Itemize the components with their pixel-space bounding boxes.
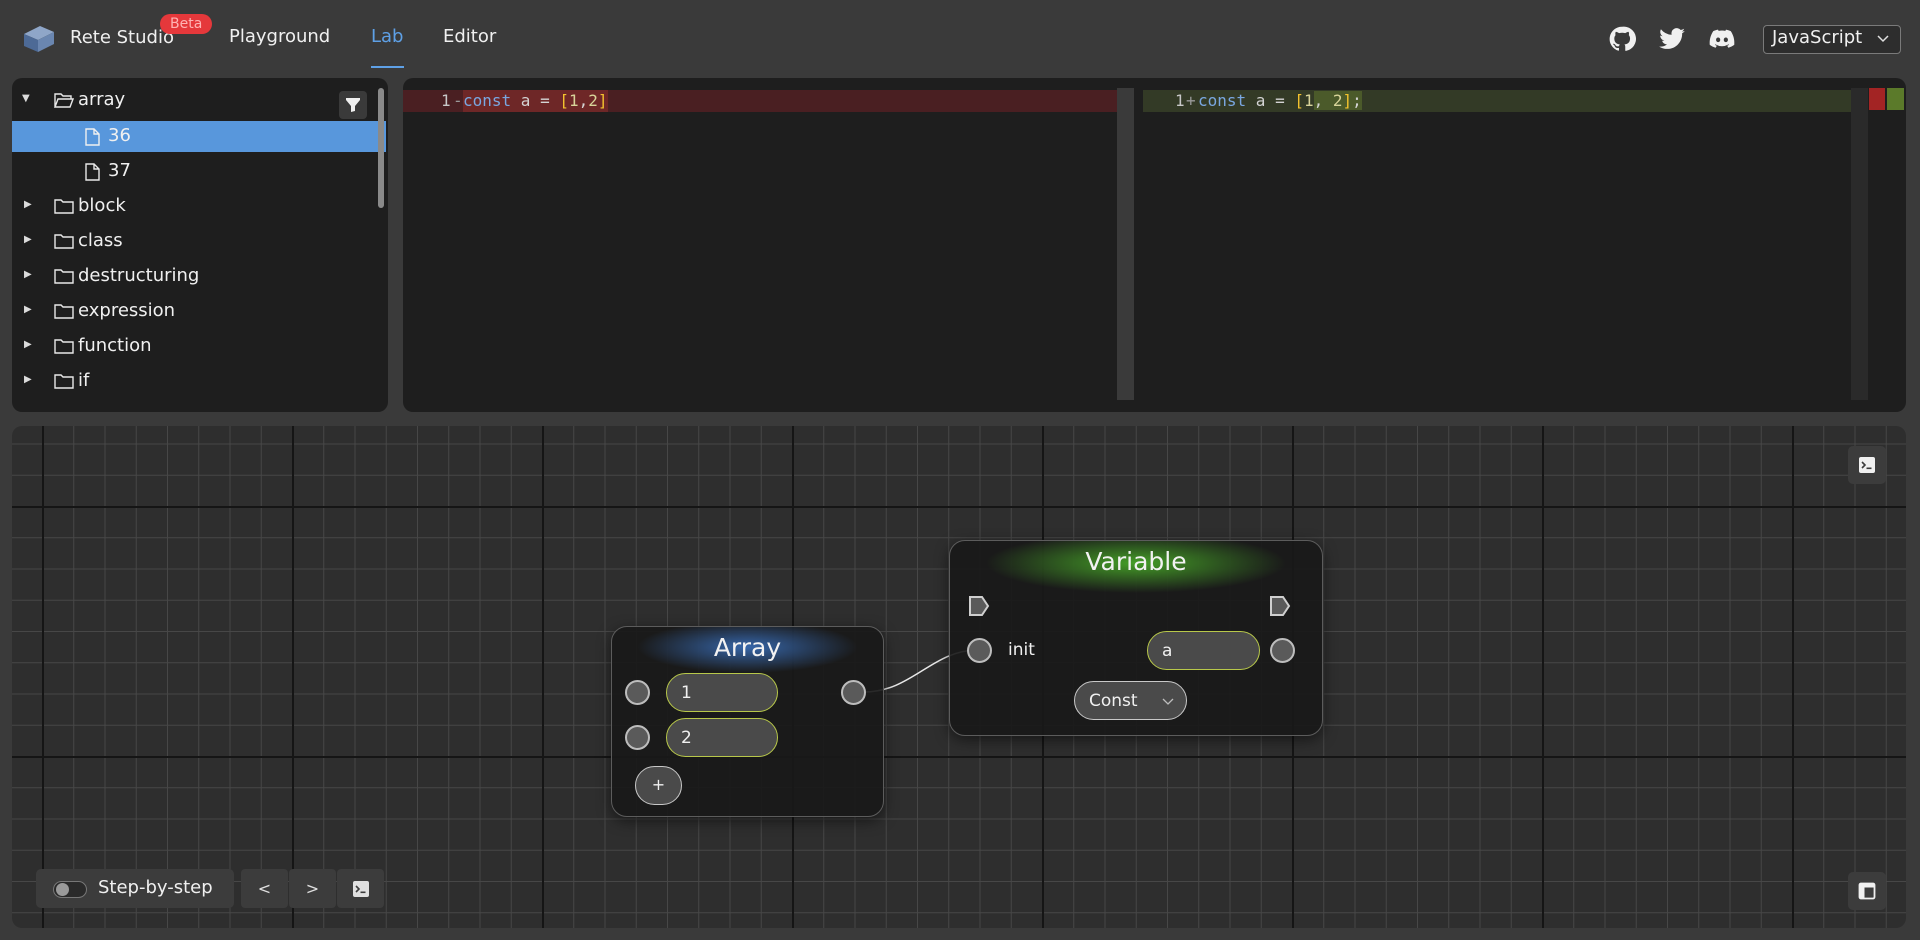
flow-input-socket-icon[interactable] <box>968 595 990 617</box>
tree-folder-label: block <box>78 195 126 216</box>
diff-overview-removed <box>1869 88 1885 110</box>
tree-folder-block[interactable]: ▶ block <box>12 191 386 222</box>
tree-folder-array[interactable]: ▼ array <box>12 85 386 116</box>
init-label: init <box>1008 640 1035 660</box>
tree-folder-label: expression <box>78 300 176 321</box>
output-socket[interactable] <box>841 680 866 705</box>
diff-modified-code: const a = [1, 2]; <box>1198 91 1362 110</box>
file-icon <box>85 163 100 181</box>
caret-right-icon[interactable]: ▶ <box>24 304 32 315</box>
diff-removed-marker: - <box>453 91 463 110</box>
input-socket[interactable] <box>625 680 650 705</box>
step-back-button[interactable]: < <box>241 869 288 908</box>
layout-panel-icon <box>1858 882 1876 900</box>
step-by-step-control[interactable]: Step-by-step <box>36 869 234 908</box>
array-item-input[interactable]: 2 <box>666 718 778 757</box>
diff-original-line[interactable]: 1 - const a = [1,2] <box>403 90 1134 112</box>
folder-icon <box>54 199 74 214</box>
node-title: Array <box>713 633 782 662</box>
caret-right-icon[interactable]: ▶ <box>24 374 32 385</box>
nav-editor[interactable]: Editor <box>443 26 496 47</box>
tree-scrollbar[interactable] <box>378 88 384 208</box>
app-header: Rete Studio Beta Playground Lab Editor J… <box>0 0 1920 76</box>
tree-file-37[interactable]: 37 <box>12 156 386 187</box>
diff-modified-line[interactable]: 1 + const a = [1, 2]; <box>1143 90 1854 112</box>
diff-divider[interactable] <box>1117 88 1134 400</box>
caret-right-icon[interactable]: ▶ <box>24 269 32 280</box>
step-forward-button[interactable]: > <box>289 869 336 908</box>
flow-output-socket-icon[interactable] <box>1269 595 1291 617</box>
tree-folder-class[interactable]: ▶ class <box>12 226 386 257</box>
variable-name-input[interactable]: a <box>1147 631 1260 670</box>
caret-right-icon[interactable]: ▶ <box>24 199 32 210</box>
folder-icon <box>54 269 74 284</box>
rete-logo-icon[interactable] <box>20 22 56 54</box>
nav-active-indicator <box>371 66 404 68</box>
tree-folder-label: if <box>78 370 90 391</box>
discord-icon[interactable] <box>1708 25 1736 53</box>
folder-open-icon <box>54 93 74 108</box>
caret-right-icon[interactable]: ▶ <box>24 234 32 245</box>
tree-folder-label: array <box>78 89 126 110</box>
caret-down-icon[interactable]: ▼ <box>22 93 30 104</box>
folder-icon <box>54 339 74 354</box>
nav-lab[interactable]: Lab <box>371 26 403 47</box>
init-input-socket[interactable] <box>967 638 992 663</box>
tree-folder-if[interactable]: ▶ if <box>12 366 386 397</box>
input-socket[interactable] <box>625 725 650 750</box>
console-button[interactable] <box>337 869 384 908</box>
chevron-down-icon <box>1162 698 1174 705</box>
beta-badge: Beta <box>160 14 213 34</box>
brand-name[interactable]: Rete Studio <box>70 27 174 48</box>
folder-icon <box>54 374 74 389</box>
node-editor-canvas[interactable]: Array 1 2 + Variable init a Const Step-b <box>12 426 1906 928</box>
layout-panel-button[interactable] <box>1848 872 1886 910</box>
diff-overview-added <box>1887 88 1904 110</box>
array-node[interactable]: Array 1 2 + <box>611 626 884 817</box>
diff-original-code: const a = [1,2] <box>463 90 608 112</box>
tree-file-label: 36 <box>108 125 131 146</box>
chevron-down-icon <box>1877 35 1889 43</box>
diff-scrollbar[interactable] <box>1851 88 1868 400</box>
output-socket[interactable] <box>1270 638 1295 663</box>
github-icon[interactable] <box>1608 25 1636 53</box>
line-number: 1 <box>1175 91 1185 110</box>
tree-folder-label: destructuring <box>78 265 200 286</box>
diff-added-marker: + <box>1186 91 1196 110</box>
tree-folder-expression[interactable]: ▶ expression <box>12 296 386 327</box>
variable-kind-select[interactable]: Const <box>1074 681 1187 720</box>
folder-icon <box>54 304 74 319</box>
nav-playground[interactable]: Playground <box>229 26 330 47</box>
language-select[interactable]: JavaScript <box>1763 25 1901 54</box>
tree-folder-label: function <box>78 335 152 356</box>
tree-folder-function[interactable]: ▶ function <box>12 331 386 362</box>
language-select-value: JavaScript <box>1772 27 1863 48</box>
tree-file-label: 37 <box>108 160 131 181</box>
folder-icon <box>54 234 74 249</box>
line-number: 1 <box>441 91 451 110</box>
array-item-input[interactable]: 1 <box>666 673 778 712</box>
add-item-button[interactable]: + <box>635 766 682 805</box>
node-title: Variable <box>1085 547 1187 576</box>
tree-folder-destructuring[interactable]: ▶ destructuring <box>12 261 386 292</box>
code-diff-panel: 1 - const a = [1,2] 1 + const a = [1, 2]… <box>403 78 1906 412</box>
variable-node[interactable]: Variable init a Const <box>949 540 1323 736</box>
step-by-step-label: Step-by-step <box>98 877 213 898</box>
terminal-toggle-button[interactable] <box>1848 446 1886 484</box>
tree-file-36[interactable]: 36 <box>12 121 386 152</box>
terminal-icon <box>1859 457 1875 473</box>
variable-kind-value: Const <box>1089 691 1138 711</box>
tree-folder-label: class <box>78 230 123 251</box>
filter-button[interactable] <box>339 91 367 119</box>
step-by-step-toggle[interactable] <box>53 881 87 898</box>
filter-icon <box>346 98 360 112</box>
terminal-icon <box>352 881 369 897</box>
caret-right-icon[interactable]: ▶ <box>24 339 32 350</box>
twitter-icon[interactable] <box>1658 25 1686 53</box>
examples-tree-panel: ▼ array 36 37 ▶ block ▶ class ▶ destruct… <box>12 78 388 412</box>
file-icon <box>85 128 100 146</box>
